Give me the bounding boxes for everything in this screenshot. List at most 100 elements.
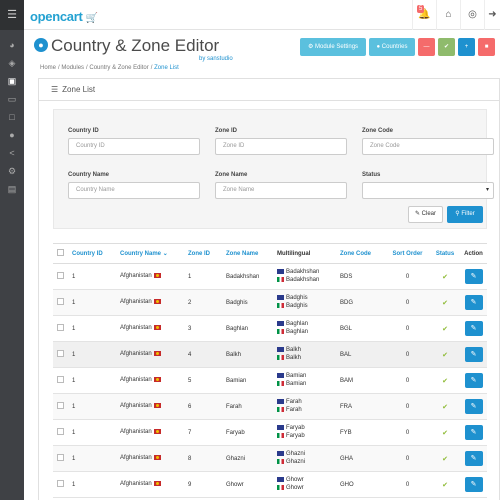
row-checkbox[interactable]	[57, 428, 64, 435]
col-action: Action	[460, 243, 487, 264]
table-row[interactable]: 1 Afghanistan 8 Ghazni Ghazni Ghazni GHA 0 ✔ ✎	[53, 445, 487, 472]
add-button[interactable]: +	[458, 38, 475, 56]
row-checkbox[interactable]	[57, 272, 64, 279]
cell-zone-code: GHA	[336, 445, 385, 472]
customers-user-icon[interactable]: ●	[0, 126, 24, 144]
cell-country-name: Afghanistan	[116, 315, 184, 342]
table-row[interactable]: 1 Afghanistan 2 Badghis Badghis Badghis BDG 0 ✔ ✎	[53, 289, 487, 316]
country-id-input[interactable]: Country ID	[68, 138, 200, 155]
cell-sort-order: 0	[385, 341, 430, 368]
table-row[interactable]: 1 Afghanistan 5 Bamian Bamian Bamian BAM 0 ✔ ✎	[53, 367, 487, 394]
dashboard-icon[interactable]: ◕	[0, 36, 24, 54]
row-checkbox[interactable]	[57, 454, 64, 461]
col-country-name[interactable]: Country Name ⌄	[116, 243, 184, 264]
cell-sort-order: 0	[385, 445, 430, 472]
filter-button[interactable]: ⚲ Filter	[447, 206, 483, 223]
edit-pencil-button[interactable]: ✎	[464, 321, 483, 336]
uk-flag-icon	[277, 347, 284, 353]
row-checkbox[interactable]	[57, 324, 64, 331]
delete-button[interactable]: ■	[478, 38, 495, 56]
table-row[interactable]: 1 Afghanistan 7 Faryab Faryab Faryab FYB 0 ✔ ✎	[53, 419, 487, 446]
uk-flag-icon	[277, 425, 284, 431]
enable-check-button[interactable]: ✔	[438, 38, 455, 56]
reports-chart-icon[interactable]: ▤	[0, 180, 24, 198]
module-settings-button[interactable]: ⚙ Module Settings	[300, 38, 366, 56]
edit-pencil-button[interactable]: ✎	[464, 425, 483, 440]
system-gear-icon[interactable]: ⚙	[0, 162, 24, 180]
col-zone-id[interactable]: Zone ID	[184, 243, 222, 264]
col-zone-name[interactable]: Zone Name	[222, 243, 273, 264]
zone-table-body: 1 Afghanistan 1 Badakhshan Badakhshan Badakhs…	[53, 263, 487, 498]
edit-pencil-button[interactable]: ✎	[464, 269, 483, 284]
cell-country-id: 1	[68, 263, 116, 290]
row-checkbox[interactable]	[57, 350, 64, 357]
col-status[interactable]: Status	[430, 243, 460, 264]
sidebar: ◕ ◈ ▣ ▭ □ ● < ⚙ ▤	[0, 30, 24, 500]
country-name-input[interactable]: Country Name	[68, 182, 200, 199]
status-check-icon: ✔	[442, 351, 448, 359]
table-row[interactable]: 1 Afghanistan 1 Badakhshan Badakhshan Badakhs…	[53, 263, 487, 290]
breadcrumb-editor[interactable]: Country & Zone Editor	[89, 65, 148, 71]
notifications-bell-icon[interactable]: 5 🔔	[412, 0, 436, 30]
zone-code-label: Zone Code	[362, 128, 393, 134]
table-row[interactable]: 1 Afghanistan 9 Ghowr Ghowr Ghowr GHO 0 ✔ ✎	[53, 471, 487, 498]
col-sort-order[interactable]: Sort Order	[385, 243, 430, 264]
table-row[interactable]: 1 Afghanistan 4 Balkh Balkh Balkh BAL 0 ✔ ✎	[53, 341, 487, 368]
row-checkbox-cell	[53, 289, 68, 316]
italy-flag-icon	[277, 328, 284, 334]
zone-code-input[interactable]: Zone Code	[362, 138, 494, 155]
edit-pencil-button[interactable]: ✎	[464, 399, 483, 414]
row-checkbox[interactable]	[57, 480, 64, 487]
catalog-tag-icon[interactable]: ◈	[0, 54, 24, 72]
design-monitor-icon[interactable]: ▭	[0, 90, 24, 108]
cell-status: ✔	[430, 471, 460, 498]
row-checkbox[interactable]	[57, 298, 64, 305]
cell-sort-order: 0	[385, 263, 430, 290]
logo[interactable]: opencart 🛒	[30, 9, 98, 24]
cell-status: ✔	[430, 289, 460, 316]
cell-action: ✎	[460, 289, 487, 316]
menu-toggle-icon[interactable]: ☰	[0, 0, 24, 30]
breadcrumb-home[interactable]: Home	[40, 65, 56, 71]
clear-button[interactable]: ✎ Clear	[408, 206, 443, 223]
globe-icon[interactable]: ◎	[460, 0, 484, 30]
afghanistan-flag-icon	[153, 351, 161, 357]
row-checkbox[interactable]	[57, 402, 64, 409]
zone-list-panel: ☰ Zone List Country ID Country ID Zone ID…	[38, 78, 500, 500]
list-icon: ☰	[51, 85, 59, 94]
edit-pencil-button[interactable]: ✎	[464, 451, 483, 466]
cell-zone-code: FRA	[336, 393, 385, 420]
edit-pencil-button[interactable]: ✎	[464, 373, 483, 388]
cell-country-id: 1	[68, 289, 116, 316]
cell-zone-code: BDS	[336, 263, 385, 290]
table-row[interactable]: 1 Afghanistan 6 Farah Farah Farah FRA 0 ✔ ✎	[53, 393, 487, 420]
countries-button[interactable]: ● Countries	[369, 38, 415, 56]
table-row[interactable]: 1 Afghanistan 3 Baghlan Baghlan Baghlan BGL 0 ✔ ✎	[53, 315, 487, 342]
main-content: ● Country & Zone Editor by sanstudio Hom…	[24, 30, 500, 500]
row-checkbox-cell	[53, 393, 68, 420]
breadcrumb-modules[interactable]: Modules	[61, 65, 84, 71]
status-select[interactable]: ▾	[362, 182, 494, 199]
zone-id-input[interactable]: Zone ID	[215, 138, 347, 155]
minus-button[interactable]: —	[418, 38, 435, 56]
edit-pencil-button[interactable]: ✎	[464, 477, 483, 492]
cell-multilingual: Ghazni Ghazni	[273, 445, 336, 472]
edit-pencil-button[interactable]: ✎	[464, 347, 483, 362]
zone-name-input[interactable]: Zone Name	[215, 182, 347, 199]
cell-zone-code: BDG	[336, 289, 385, 316]
afghanistan-flag-icon	[153, 273, 161, 279]
cell-country-name: Afghanistan	[116, 367, 184, 394]
col-zone-code[interactable]: Zone Code	[336, 243, 385, 264]
select-all-checkbox[interactable]	[57, 249, 64, 256]
logout-icon[interactable]: ➜	[484, 0, 500, 30]
cell-sort-order: 0	[385, 315, 430, 342]
edit-pencil-button[interactable]: ✎	[464, 295, 483, 310]
breadcrumb-zone-list[interactable]: Zone List	[154, 65, 179, 71]
italy-flag-icon	[277, 432, 284, 438]
col-country-id[interactable]: Country ID	[68, 243, 116, 264]
extensions-puzzle-icon[interactable]: ▣	[0, 72, 24, 90]
sales-cart-icon[interactable]: □	[0, 108, 24, 126]
row-checkbox[interactable]	[57, 376, 64, 383]
home-icon[interactable]: ⌂	[436, 0, 460, 30]
marketing-share-icon[interactable]: <	[0, 144, 24, 162]
